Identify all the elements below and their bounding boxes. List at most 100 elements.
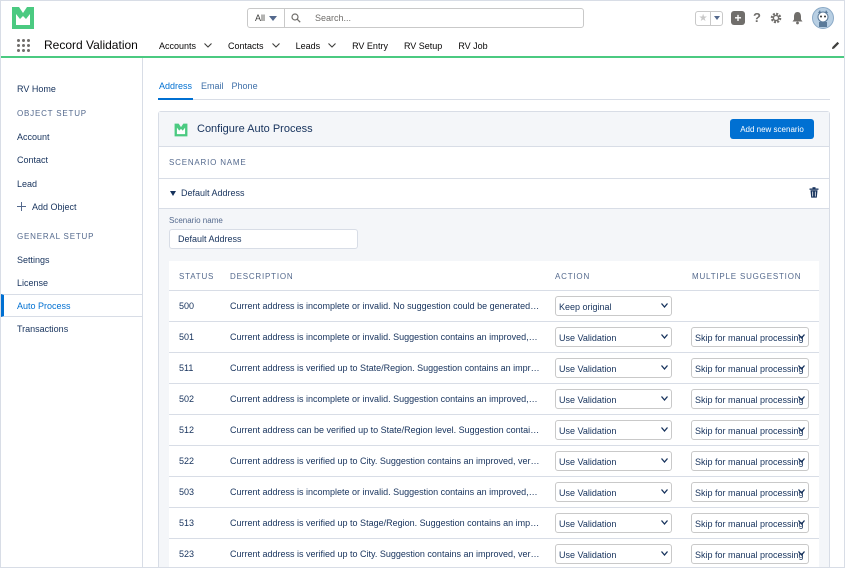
status-description: Current address can be verified up to St… [230, 425, 540, 435]
favorites-dropdown[interactable] [710, 11, 722, 25]
multiple-suggestion-select[interactable]: Skip for manual processing [691, 327, 809, 347]
multiple-suggestion-select-value: Skip for manual processing [695, 519, 804, 529]
favorites-button[interactable]: ★ [695, 10, 724, 26]
settings-gear-icon[interactable] [769, 11, 783, 25]
action-select-value: Use Validation [559, 457, 617, 467]
column-header-multiple-suggestion[interactable]: MULTIPLE SUGGESTION [692, 272, 801, 281]
nav-item-rv-entry[interactable]: RV Entry [352, 41, 388, 51]
multiple-suggestion-select[interactable]: Skip for manual processing [691, 513, 809, 533]
chevron-down-icon[interactable] [204, 43, 212, 48]
action-select[interactable]: Keep original [555, 296, 672, 316]
column-header-status[interactable]: STATUS [179, 272, 214, 281]
sidebar-item-contact[interactable]: Contact [17, 155, 48, 165]
multiple-suggestion-select[interactable]: Skip for manual processing [691, 358, 809, 378]
app-launcher-icon[interactable] [17, 39, 30, 52]
chevron-down-icon[interactable] [271, 43, 280, 48]
nav-item-rv-job[interactable]: RV Job [458, 41, 487, 51]
sidebar-item-lead[interactable]: Lead [17, 179, 37, 189]
app-logo-icon[interactable] [11, 6, 35, 30]
avatar[interactable] [812, 7, 834, 29]
chevron-down-icon [798, 489, 805, 494]
app-nav-bar: Record Validation Accounts Contacts Lead… [1, 35, 844, 58]
header-utility-icons: ★ + ? [695, 7, 834, 29]
table-row: 513 Current address is verified up to Sta… [169, 508, 819, 539]
multiple-suggestion-select[interactable]: Skip for manual processing [691, 451, 809, 471]
sidebar-item-transactions[interactable]: Transactions [17, 324, 68, 334]
multiple-suggestion-select[interactable]: Skip for manual processing [691, 482, 809, 502]
sidebar-item-label: Auto Process [17, 301, 71, 311]
multiple-suggestion-select-value: Skip for manual processing [695, 426, 804, 436]
column-header-description[interactable]: DESCRIPTION [230, 272, 293, 281]
nav-item-label: Accounts [159, 40, 197, 51]
multiple-suggestion-select-value: Skip for manual processing [695, 550, 804, 560]
table-row: 512 Current address can be verified up to… [169, 415, 819, 446]
nav-item-rv-setup[interactable]: RV Setup [404, 41, 442, 51]
sidebar-item-auto-process[interactable]: Auto Process [1, 294, 142, 317]
sidebar: RV Home OBJECT SETUP Account Contact Lea… [1, 58, 142, 567]
sidebar-item-add-object[interactable]: Add Object [17, 202, 77, 212]
tab-email[interactable]: Email [201, 78, 224, 100]
multiple-suggestion-select[interactable]: Skip for manual processing [691, 420, 809, 440]
notification-bell-icon[interactable] [791, 11, 804, 25]
action-select[interactable]: Use Validation [555, 451, 672, 471]
add-new-scenario-button[interactable]: Add new scenario [730, 119, 814, 139]
global-header: All Search... ★ + ? [1, 1, 844, 35]
chevron-down-icon[interactable] [328, 43, 336, 48]
chevron-down-icon [798, 458, 805, 463]
tab-phone[interactable]: Phone [232, 78, 258, 100]
scenario-name-input[interactable]: Default Address [169, 229, 358, 249]
expand-toggle-icon[interactable] [170, 191, 176, 196]
scenario-row[interactable]: Default Address [159, 178, 829, 209]
table-row: 502 Current address is incomplete or inva… [169, 384, 819, 415]
column-header-action[interactable]: ACTION [555, 272, 590, 281]
action-select[interactable]: Use Validation [555, 358, 672, 378]
global-search: All Search... [247, 8, 584, 28]
tab-address[interactable]: Address [158, 78, 194, 100]
help-icon[interactable]: ? [753, 11, 761, 25]
status-code: 500 [179, 301, 195, 311]
chevron-down-icon [661, 427, 668, 432]
edit-pencil-icon[interactable] [831, 41, 840, 50]
action-select-value: Keep original [559, 302, 612, 312]
table-body: 500 Current address is incomplete or inva… [169, 291, 819, 567]
action-select[interactable]: Use Validation [555, 482, 672, 502]
action-select[interactable]: Use Validation [555, 389, 672, 409]
search-input[interactable]: Search... [307, 9, 351, 27]
trash-icon[interactable] [809, 187, 819, 198]
chevron-down-icon [798, 551, 805, 556]
status-description: Current address is verified up to City. … [230, 456, 540, 466]
action-select[interactable]: Use Validation [555, 420, 672, 440]
chevron-down-icon [798, 334, 805, 339]
sidebar-item-account[interactable]: Account [17, 132, 50, 142]
nav-item-accounts[interactable]: Accounts [159, 41, 212, 51]
add-icon[interactable]: + [731, 11, 746, 25]
chevron-down-icon [661, 334, 668, 339]
sidebar-item-license[interactable]: License [17, 278, 48, 288]
multiple-suggestion-select[interactable]: Skip for manual processing [691, 389, 809, 409]
sidebar-item-rv-home[interactable]: RV Home [17, 84, 56, 94]
favorite-star-icon[interactable]: ★ [696, 12, 710, 25]
status-code: 503 [179, 487, 195, 497]
scenario-name-column-header: SCENARIO NAME [169, 158, 247, 167]
multiple-suggestion-select-value: Skip for manual processing [695, 488, 804, 498]
multiple-suggestion-select[interactable]: Skip for manual processing [691, 544, 809, 564]
sidebar-heading-general-setup: GENERAL SETUP [17, 232, 95, 241]
action-select[interactable]: Use Validation [555, 513, 672, 533]
nav-item-leads[interactable]: Leads [296, 41, 337, 51]
table-row: 522 Current address is verified up to Cit… [169, 446, 819, 477]
action-select-value: Use Validation [559, 519, 617, 529]
status-description: Current address is verified up to City. … [230, 549, 540, 559]
nav-item-label: RV Entry [352, 40, 388, 51]
search-scope-dropdown[interactable]: All [248, 9, 285, 27]
sidebar-item-label: Add Object [32, 202, 77, 212]
chevron-down-icon [713, 16, 720, 20]
status-code: 513 [179, 518, 195, 528]
action-select[interactable]: Use Validation [555, 327, 672, 347]
sidebar-item-settings[interactable]: Settings [17, 255, 50, 265]
status-code: 523 [179, 549, 195, 559]
app-name: Record Validation [44, 38, 138, 52]
action-select[interactable]: Use Validation [555, 544, 672, 564]
nav-item-contacts[interactable]: Contacts [228, 41, 280, 51]
app-window: All Search... ★ + ? Record Validation Ac… [0, 0, 845, 568]
chevron-down-icon [798, 396, 805, 401]
